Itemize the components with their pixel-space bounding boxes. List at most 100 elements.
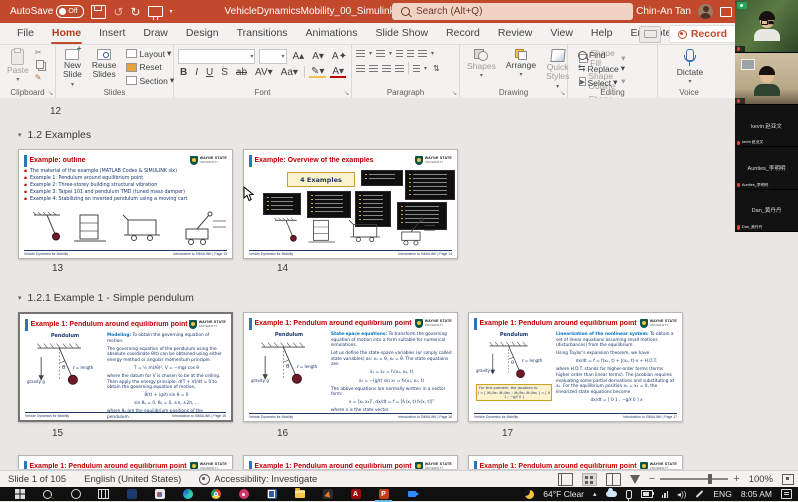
bold-button[interactable]: B (178, 67, 189, 78)
chrome-icon[interactable] (210, 489, 221, 500)
slide-thumbnail-14[interactable]: Example: Overview of the examples WAYNE … (243, 149, 458, 259)
section-header-example1[interactable]: ▾ 1.2.1 Example 1 - Simple pendulum (18, 292, 194, 304)
participant-audio-4[interactable]: Aunties_李明明 Aunties_李明明 (735, 147, 798, 189)
user-name[interactable]: Chin-An Tan (636, 6, 691, 17)
zoom-slider[interactable] (660, 478, 728, 480)
tray-microphone-icon[interactable] (626, 490, 632, 499)
document-title[interactable]: VehicleDynamicsMobility_00_Simulink...▾ (225, 6, 410, 17)
find-button[interactable]: Find (578, 50, 655, 60)
slide-thumbnail-18[interactable]: Example 1: Pendulum around equilibrium p… (18, 455, 233, 469)
task-view-icon[interactable] (98, 489, 109, 500)
file-explorer-icon[interactable] (294, 489, 305, 500)
new-slide-button[interactable]: New Slide ▾ (60, 48, 85, 89)
zoom-out-button[interactable]: − (649, 474, 655, 484)
section-button[interactable]: Section ▾ (126, 75, 174, 86)
reading-view-button[interactable] (606, 473, 621, 486)
ribbon-tab-view[interactable]: View (541, 23, 582, 44)
search-input[interactable]: Search (Alt+Q) (392, 3, 633, 20)
zoom-level[interactable]: 100% (749, 474, 773, 485)
dictate-button[interactable]: Dictate ▾ (662, 48, 718, 86)
clock[interactable]: 8:05 AM (741, 489, 772, 499)
ribbon-tab-animations[interactable]: Animations (297, 23, 367, 44)
ribbon-tab-transitions[interactable]: Transitions (228, 23, 297, 44)
zoom-in-button[interactable]: + (733, 474, 739, 484)
clipboard-dialog-launcher-icon[interactable]: ↘ (48, 90, 53, 97)
font-dialog-launcher-icon[interactable]: ↘ (344, 90, 349, 97)
fit-slide-to-window-icon[interactable] (782, 474, 794, 485)
undo-icon[interactable]: ↺ (113, 6, 123, 18)
ribbon-tab-draw[interactable]: Draw (134, 23, 177, 44)
copy-icon[interactable] (36, 60, 44, 69)
increase-indent-icon[interactable] (407, 50, 414, 57)
ribbon-tab-help[interactable]: Help (582, 23, 622, 44)
bullets-icon[interactable] (356, 50, 365, 57)
ribbon-tab-record[interactable]: Record (437, 23, 489, 44)
change-case-icon[interactable]: Aa▾ (279, 67, 300, 78)
slide-thumbnail-19[interactable]: Example 1: Pendulum around equilibrium p… (243, 455, 458, 469)
paste-button[interactable]: Paste ▾ (4, 48, 32, 84)
edge-icon[interactable] (182, 489, 193, 500)
volume-icon[interactable]: ◂)) (677, 490, 686, 499)
participant-video-1[interactable] (735, 0, 798, 53)
autosave-toggle[interactable]: AutoSave Off (10, 5, 84, 18)
strikethrough-button[interactable]: ab (234, 67, 249, 78)
align-right-icon[interactable] (382, 65, 391, 72)
decrease-indent-icon[interactable] (396, 50, 403, 57)
ribbon-tab-home[interactable]: Home (43, 23, 90, 44)
comments-button[interactable] (639, 26, 661, 43)
collapse-section-icon[interactable]: ▾ (18, 131, 22, 139)
ribbon-tab-design[interactable]: Design (177, 23, 228, 44)
matlab-icon[interactable] (322, 489, 333, 500)
numbering-icon[interactable] (376, 50, 385, 57)
onedrive-icon[interactable] (606, 491, 617, 497)
reset-button[interactable]: Reset (126, 62, 174, 72)
slide-thumbnail-15[interactable]: Example 1: Pendulum around equilibrium p… (18, 312, 233, 422)
autosave-switch-icon[interactable]: Off (56, 5, 84, 18)
justify-icon[interactable] (395, 65, 404, 72)
text-direction-icon[interactable]: ⇅ (431, 64, 442, 73)
replace-button[interactable]: ⇆Replace ▾ (578, 63, 655, 74)
paragraph-dialog-launcher-icon[interactable]: ↘ (452, 90, 457, 97)
slide-thumbnail-20[interactable]: Example 1: Pendulum around equilibrium p… (468, 455, 683, 469)
participant-audio-5[interactable]: Dan_黄丹丹 Dan_黄丹丹 (735, 190, 798, 232)
slide-sorter-view-button[interactable] (582, 473, 597, 486)
battery-icon[interactable] (641, 490, 653, 498)
acrobat-reader-icon[interactable]: A (350, 489, 361, 500)
italic-button[interactable]: I (193, 67, 200, 78)
highlight-color-icon[interactable]: ✎▾ (309, 67, 326, 78)
window-icon[interactable] (720, 7, 732, 17)
drawing-dialog-launcher-icon[interactable]: ↘ (560, 90, 565, 97)
cut-icon[interactable]: ✂ (35, 48, 44, 57)
increase-font-size-icon[interactable]: A▴ (291, 51, 307, 62)
chevron-up-icon[interactable]: ▴ (593, 490, 597, 498)
pen-icon[interactable] (696, 490, 704, 498)
network-icon[interactable] (662, 491, 669, 498)
language-status[interactable]: English (United States) (84, 474, 181, 485)
underline-button[interactable]: U (204, 67, 215, 78)
line-spacing-icon[interactable] (418, 50, 427, 57)
ribbon-tab-file[interactable]: File (8, 23, 43, 44)
slide-thumbnail-13[interactable]: Example: outline WAYNE STATEUNIVERSITY T… (18, 149, 233, 259)
zoom-slider-thumb[interactable] (708, 474, 712, 484)
font-size-combo[interactable]: ▾ (259, 49, 286, 64)
section-header-examples[interactable]: ▾ 1.2 Examples (18, 129, 91, 141)
weather-text[interactable]: 64°F Clear (543, 489, 584, 499)
record-button[interactable]: Record (669, 25, 736, 43)
clear-formatting-icon[interactable]: A✦ (330, 51, 349, 62)
accessibility-status[interactable]: Accessibility: Investigate (199, 474, 317, 485)
decrease-font-size-icon[interactable]: A▾ (310, 51, 326, 62)
user-avatar[interactable] (698, 4, 713, 19)
ribbon-tab-insert[interactable]: Insert (90, 23, 134, 44)
participant-audio-3[interactable]: kevin 赵亚文 kevin 赵亚文 (735, 105, 798, 147)
font-color-icon[interactable]: A▾ (330, 67, 346, 78)
font-name-combo[interactable]: ▾ (178, 49, 255, 64)
normal-view-button[interactable] (558, 473, 573, 486)
text-shadow-button[interactable]: S (219, 67, 230, 78)
collapse-section-icon[interactable]: ▾ (18, 294, 22, 302)
reuse-slides-button[interactable]: Reuse Slides (89, 48, 120, 89)
language-badge[interactable]: ENG (713, 489, 731, 499)
start-button-icon[interactable] (14, 489, 25, 500)
select-button[interactable]: ➤Select ▾ (578, 77, 655, 88)
format-painter-icon[interactable]: ✎ (35, 73, 44, 82)
snipping-tool-icon[interactable] (154, 489, 165, 500)
